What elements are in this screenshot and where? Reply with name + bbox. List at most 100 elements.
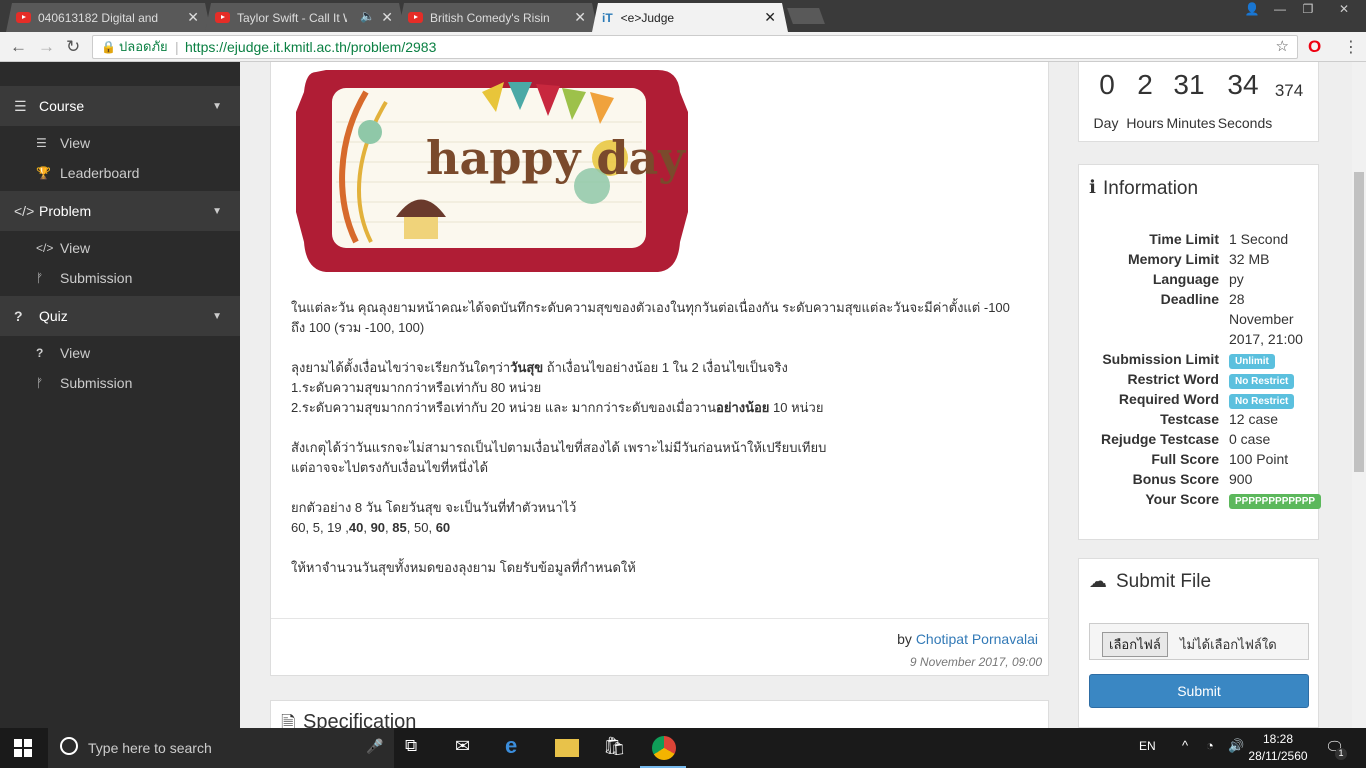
file-icon: 🗎 — [281, 713, 296, 728]
back-icon[interactable]: ← — [10, 37, 27, 57]
youtube-icon — [215, 12, 230, 23]
section-label: Course — [39, 98, 85, 114]
lock-icon: 🔒 — [101, 40, 116, 54]
chevron-down-icon: ▼ — [212, 205, 222, 217]
info-label: Your Score — [1145, 491, 1219, 507]
code-icon: </> — [36, 241, 54, 255]
specification-title: Specification — [303, 711, 417, 728]
microphone-icon[interactable]: 🎤 — [366, 738, 383, 755]
no-file-label: ไม่ได้เลือกไฟล์ใด — [1180, 637, 1277, 652]
menu-icon[interactable]: ⋮ — [1343, 37, 1359, 57]
example-value: 60 — [435, 520, 451, 535]
item-label: View — [60, 135, 91, 151]
sidebar-item-problem-view[interactable]: </> View — [0, 233, 240, 263]
tray-chevron-icon[interactable]: ^ — [1182, 738, 1188, 753]
mail-icon[interactable]: ✉ — [455, 736, 479, 760]
sidebar-item-leaderboard[interactable]: 🏆 Leaderboard — [0, 158, 240, 188]
close-tab-icon[interactable]: ✕ — [187, 9, 199, 26]
close-tab-icon[interactable]: ✕ — [381, 9, 393, 26]
chevron-down-icon: ▼ — [212, 310, 222, 322]
scrollbar[interactable] — [1352, 62, 1366, 728]
store-icon[interactable]: 🛍 — [603, 736, 627, 760]
info-badge: Unlimit — [1229, 354, 1275, 369]
desc-line: 1.ระดับความสุขมากกว่าหรือเท่ากับ 80 หน่ว… — [291, 380, 542, 395]
cloud-upload-icon: ☁ — [1089, 571, 1107, 591]
info-value: 32 MB — [1229, 251, 1270, 267]
info-label: Submission Limit — [1102, 351, 1219, 367]
search-icon — [60, 737, 78, 755]
info-label: Deadline — [1160, 291, 1219, 307]
problem-footer: by Chotipat Pornavalai 9 November 2017, … — [271, 618, 1050, 676]
omnibox[interactable]: 🔒 ปลอดภัย | https://ejudge.it.kmitl.ac.t… — [92, 35, 1298, 59]
close-window-button[interactable]: ✕ — [1322, 0, 1366, 20]
restore-button[interactable]: ❐ — [1294, 0, 1322, 20]
reload-icon[interactable]: ↻ — [66, 37, 80, 57]
countdown-days: 0 — [1099, 69, 1115, 100]
forward-icon[interactable]: → — [38, 37, 55, 57]
desc-line: แต่อาจจะไปตรงกับเงื่อนไขที่หนึ่งได้ — [291, 460, 489, 475]
info-label: Rejudge Testcase — [1100, 431, 1219, 447]
new-tab-button[interactable] — [787, 8, 825, 24]
url-text[interactable]: https://ejudge.it.kmitl.ac.th/problem/29… — [185, 36, 436, 58]
sidebar-item-course-view[interactable]: ☰ View — [0, 128, 240, 158]
scrollbar-thumb[interactable] — [1354, 172, 1364, 472]
countdown-minutes: 31 — [1173, 69, 1205, 100]
close-tab-icon[interactable]: ✕ — [574, 9, 586, 26]
taskbar-search-box[interactable]: Type here to search 🎤 — [48, 728, 394, 768]
volume-icon[interactable]: 🔊 — [1228, 738, 1244, 754]
search-placeholder: Type here to search — [88, 740, 212, 756]
windows-start-icon[interactable] — [14, 739, 32, 757]
example-value: 60 — [291, 520, 306, 535]
item-label: Leaderboard — [60, 165, 140, 181]
address-bar: ← → ↻ 🔒 ปลอดภัย | https://ejudge.it.kmit… — [0, 32, 1366, 62]
info-label: Language — [1152, 271, 1219, 287]
info-label: Restrict Word — [1127, 371, 1219, 387]
submit-button[interactable]: Submit — [1089, 674, 1309, 708]
youtube-icon — [408, 12, 423, 23]
minimize-button[interactable]: — — [1266, 0, 1294, 20]
info-badge: PPPPPPPPPPPP — [1229, 494, 1322, 509]
chrome-icon[interactable] — [652, 736, 676, 760]
browser-tab-2[interactable]: Taylor Swift - Call It W 🔈 ✕ — [205, 3, 405, 32]
sidebar-item-quiz-view[interactable]: ? View — [0, 338, 240, 368]
question-icon: ? — [14, 308, 23, 324]
right-column: 0 2 31 34 374 Day Hours Minutes Seconds … — [1078, 62, 1352, 728]
star-icon[interactable]: ☆ — [1276, 36, 1289, 58]
sidebar-section-quiz[interactable]: ? Quiz ▼ — [0, 296, 240, 336]
example-value: 19 — [327, 520, 342, 535]
example-value: 90 — [370, 520, 386, 535]
edge-icon[interactable]: e — [505, 733, 529, 758]
sidebar: ☰ Course ▼ ☰ View 🏆 Leaderboard </> Prob… — [0, 62, 240, 728]
desc-line: 10 หน่วย — [769, 400, 824, 415]
sidebar-item-problem-submission[interactable]: ᚠ Submission — [0, 263, 240, 293]
example-value: 85 — [392, 520, 407, 535]
task-view-icon[interactable]: ⧉ — [405, 736, 429, 760]
sidebar-section-course[interactable]: ☰ Course ▼ — [0, 86, 240, 126]
sidebar-item-quiz-submission[interactable]: ᚠ Submission — [0, 368, 240, 398]
author-link[interactable]: Chotipat Pornavalai — [916, 631, 1038, 647]
browser-tab-3[interactable]: British Comedy's Rising S ✕ — [398, 3, 598, 32]
info-label: Required Word — [1118, 391, 1219, 407]
file-input[interactable]: เลือกไฟล์ ไม่ได้เลือกไฟล์ใด — [1089, 623, 1309, 660]
clock-time[interactable]: 18:28 — [1254, 732, 1302, 746]
choose-file-button[interactable]: เลือกไฟล์ — [1102, 632, 1168, 657]
opera-icon[interactable]: O — [1308, 37, 1321, 57]
clock-date[interactable]: 28/11/2560 — [1244, 749, 1312, 763]
tab-title: 040613182 Digital and Lo — [38, 10, 158, 25]
windows-taskbar: Type here to search 🎤 ⧉ ✉ e 🛍 EN ^ ◔ 🔊 1… — [0, 728, 1366, 768]
close-tab-icon[interactable]: ✕ — [764, 9, 776, 26]
file-explorer-icon[interactable] — [555, 739, 579, 757]
post-date: 9 November 2017, 09:00 — [909, 655, 1042, 669]
speaker-icon[interactable]: 🔈 — [360, 9, 375, 23]
wifi-icon[interactable]: ◔ — [1206, 738, 1214, 753]
language-indicator[interactable]: EN — [1139, 739, 1156, 753]
info-value: No Restrict — [1229, 371, 1295, 389]
sidebar-section-problem[interactable]: </> Problem ▼ — [0, 191, 240, 231]
profile-icon[interactable]: 👤 — [1238, 0, 1266, 20]
info-value: 28 — [1229, 291, 1245, 307]
info-badge: No Restrict — [1229, 374, 1295, 389]
notification-count: 1 — [1335, 748, 1347, 760]
countdown-panel: 0 2 31 34 374 Day Hours Minutes Seconds — [1078, 62, 1319, 142]
browser-tab-4[interactable]: iT <e>Judge ✕ — [592, 3, 788, 32]
browser-tab-1[interactable]: 040613182 Digital and Lo ✕ — [6, 3, 211, 32]
